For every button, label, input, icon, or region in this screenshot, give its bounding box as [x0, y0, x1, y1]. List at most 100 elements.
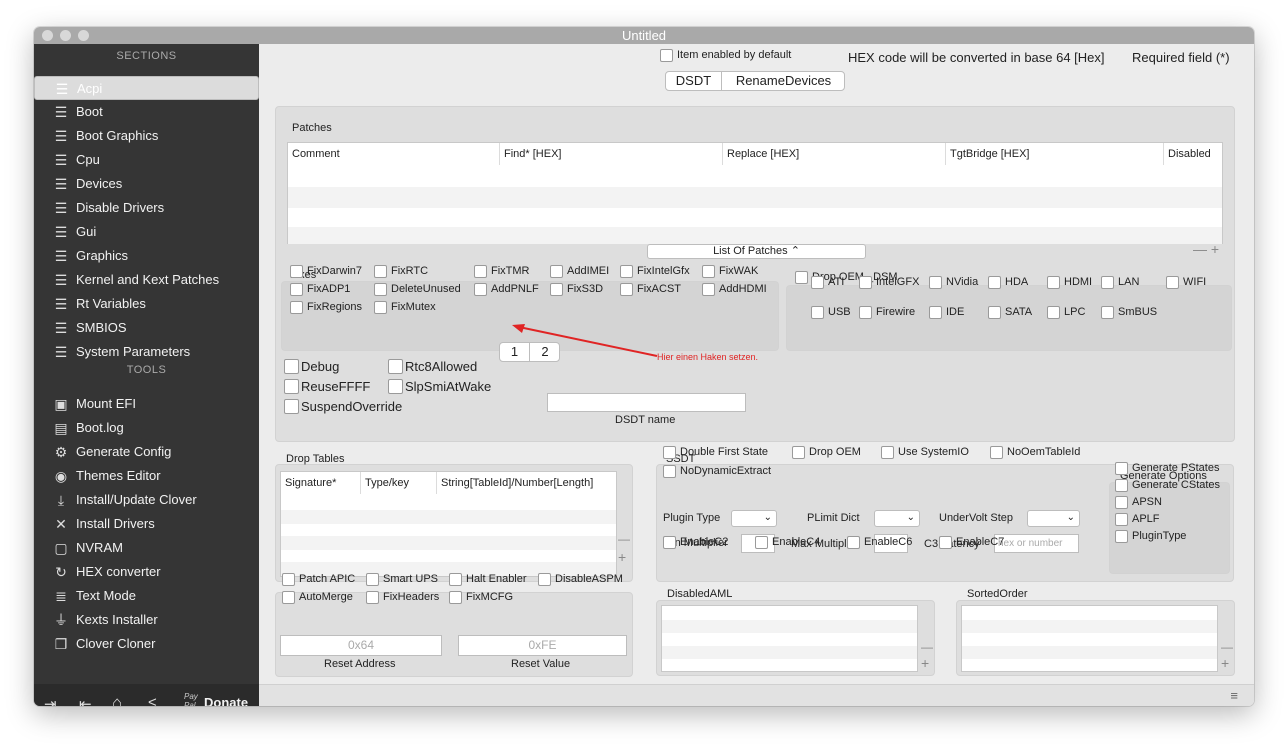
sorted-order-add[interactable]: + [1221, 655, 1229, 671]
home-icon[interactable]: ⌂ [112, 693, 122, 706]
import-icon[interactable]: ⇥ [44, 695, 57, 706]
fix-deleteunused-checkbox[interactable]: DeleteUnused [374, 283, 461, 296]
disabled-aml-list[interactable] [661, 605, 918, 672]
misc-fixmcfg-checkbox[interactable]: FixMCFG [449, 591, 513, 604]
reset-value-input[interactable]: 0xFE [458, 635, 627, 656]
misc-smart-ups-checkbox[interactable]: Smart UPS [366, 573, 438, 586]
sidebar-item-graphics[interactable]: ☰ Graphics [34, 244, 259, 268]
fix-fixdarwin7-checkbox[interactable]: FixDarwin7 [290, 265, 362, 278]
sidebar-item-acpi[interactable]: ☰ Acpi [34, 76, 259, 100]
sidebar-item-cpu[interactable]: ☰ Cpu [34, 148, 259, 172]
export-icon[interactable]: ⇤ [79, 695, 92, 706]
dsdt-suspendoverride-checkbox[interactable]: SuspendOverride [284, 399, 402, 414]
tool-item-install-drivers[interactable]: ✕ Install Drivers [34, 512, 259, 536]
ssdt-nodynamicextract-checkbox[interactable]: NoDynamicExtract [663, 465, 771, 478]
tool-item-themes-editor[interactable]: ◉ Themes Editor [34, 464, 259, 488]
dropoem-ati-checkbox[interactable]: ATI [811, 276, 844, 289]
sidebar-item-gui[interactable]: ☰ Gui [34, 220, 259, 244]
tab-dsdt[interactable]: DSDT [666, 72, 722, 90]
dsdt-slpsmiatwake-checkbox[interactable]: SlpSmiAtWake [388, 379, 491, 394]
gen-plugintype-checkbox[interactable]: PluginType [1115, 530, 1186, 543]
dropoem-wifi-checkbox[interactable]: WIFI [1166, 276, 1206, 289]
patches-table[interactable]: Comment Find* [HEX] Replace [HEX] TgtBri… [287, 142, 1223, 244]
dropoem-ide-checkbox[interactable]: IDE [929, 306, 964, 319]
fix-fixtmr-checkbox[interactable]: FixTMR [474, 265, 530, 278]
sidebar-item-boot[interactable]: ☰ Boot [34, 100, 259, 124]
fix-fixregions-checkbox[interactable]: FixRegions [290, 301, 362, 314]
sidebar-item-system-parameters[interactable]: ☰ System Parameters [34, 340, 259, 364]
dropoem-firewire-checkbox[interactable]: Firewire [859, 306, 915, 319]
ssdt-nooemtableid-checkbox[interactable]: NoOemTableId [990, 446, 1080, 459]
dropoem-lan-checkbox[interactable]: LAN [1101, 276, 1139, 289]
tool-item-text-mode[interactable]: ≣ Text Mode [34, 584, 259, 608]
fix-fixadp1-checkbox[interactable]: FixADP1 [290, 283, 350, 296]
col-typekey[interactable]: Type/key [361, 472, 437, 494]
fix-fixs3d-checkbox[interactable]: FixS3D [550, 283, 603, 296]
gen-aplf-checkbox[interactable]: APLF [1115, 513, 1160, 526]
col-signature[interactable]: Signature* [281, 472, 361, 494]
drop-tables-table[interactable]: Signature* Type/key String[TableId]/Numb… [280, 471, 617, 577]
fix-fixrtc-checkbox[interactable]: FixRTC [374, 265, 428, 278]
col-string[interactable]: String[TableId]/Number[Length] [437, 472, 617, 494]
undervolt-select[interactable]: ⌄ [1027, 510, 1080, 527]
sidebar-item-devices[interactable]: ☰ Devices [34, 172, 259, 196]
menu-icon[interactable]: ≡ [1230, 688, 1238, 703]
sidebar-item-rt-variables[interactable]: ☰ Rt Variables [34, 292, 259, 316]
dropoem-smbus-checkbox[interactable]: SmBUS [1101, 306, 1157, 319]
gen-generate-pstates-checkbox[interactable]: Generate PStates [1115, 462, 1219, 475]
fix-fixacst-checkbox[interactable]: FixACST [620, 283, 681, 296]
sidebar-item-smbios[interactable]: ☰ SMBIOS [34, 316, 259, 340]
plimit-select[interactable]: ⌄ [874, 510, 920, 527]
col-replace[interactable]: Replace [HEX] [723, 143, 946, 165]
sorted-order-list[interactable] [961, 605, 1218, 672]
list-of-patches-popup[interactable]: List Of Patches ⌃ [647, 244, 866, 259]
drop-tables-add[interactable]: + [618, 549, 626, 565]
tool-item-generate-config[interactable]: ⚙ Generate Config [34, 440, 259, 464]
item-enabled-checkbox[interactable]: Item enabled by default [660, 49, 791, 62]
drop-tables-remove[interactable]: — [618, 532, 630, 546]
c3-latency-input[interactable]: hex or number [994, 534, 1079, 553]
donate-button[interactable]: Donate [204, 695, 248, 706]
dropoem-sata-checkbox[interactable]: SATA [988, 306, 1032, 319]
ssdt-use-systemio-checkbox[interactable]: Use SystemIO [881, 446, 969, 459]
col-comment[interactable]: Comment [288, 143, 500, 165]
tool-item-mount-efi[interactable]: ▣ Mount EFI [34, 392, 259, 416]
sidebar-item-disable-drivers[interactable]: ☰ Disable Drivers [34, 196, 259, 220]
dropoem-nvidia-checkbox[interactable]: NVidia [929, 276, 978, 289]
dsdt-rtc8allowed-checkbox[interactable]: Rtc8Allowed [388, 359, 477, 374]
dropoem-hda-checkbox[interactable]: HDA [988, 276, 1028, 289]
fix-addhdmi-checkbox[interactable]: AddHDMI [702, 283, 767, 296]
fix-fixintelgfx-checkbox[interactable]: FixIntelGfx [620, 265, 690, 278]
col-tgtbridge[interactable]: TgtBridge [HEX] [946, 143, 1164, 165]
fix-fixwak-checkbox[interactable]: FixWAK [702, 265, 758, 278]
tool-item-hex-converter[interactable]: ↻ HEX converter [34, 560, 259, 584]
dsdt-debug-checkbox[interactable]: Debug [284, 359, 339, 374]
misc-halt-enabler-checkbox[interactable]: Halt Enabler [449, 573, 527, 586]
tab-rename-devices[interactable]: RenameDevices [723, 72, 844, 90]
tool-item-install-update-clover[interactable]: ⤓ Install/Update Clover [34, 488, 259, 512]
tool-item-clover-cloner[interactable]: ❐ Clover Cloner [34, 632, 259, 656]
tool-item-kexts-installer[interactable]: ⏚ Kexts Installer [34, 608, 259, 632]
patches-remove-add[interactable]: — + [1193, 241, 1219, 257]
dropoem-hdmi-checkbox[interactable]: HDMI [1047, 276, 1092, 289]
ssdt-enablec6-checkbox[interactable]: EnableC6 [847, 536, 912, 549]
fix-fixmutex-checkbox[interactable]: FixMutex [374, 301, 436, 314]
close-window-button[interactable] [42, 30, 53, 41]
misc-fixheaders-checkbox[interactable]: FixHeaders [366, 591, 439, 604]
disabled-aml-remove[interactable]: — [921, 640, 933, 654]
sorted-order-remove[interactable]: — [1221, 640, 1233, 654]
ssdt-enablec4-checkbox[interactable]: EnableC4 [755, 536, 820, 549]
share-icon[interactable]: < [148, 694, 157, 706]
fix-addpnlf-checkbox[interactable]: AddPNLF [474, 283, 539, 296]
disabled-aml-add[interactable]: + [921, 655, 929, 671]
gen-generate-cstates-checkbox[interactable]: Generate CStates [1115, 479, 1220, 492]
fix-addimei-checkbox[interactable]: AddIMEI [550, 265, 609, 278]
dropoem-usb-checkbox[interactable]: USB [811, 306, 851, 319]
tool-item-boot-log[interactable]: ▤ Boot.log [34, 416, 259, 440]
reset-address-input[interactable]: 0x64 [280, 635, 442, 656]
plugin-type-select[interactable]: ⌄ [731, 510, 777, 527]
dropoem-intelgfx-checkbox[interactable]: IntelGFX [859, 276, 919, 289]
tool-item-nvram[interactable]: ▢ NVRAM [34, 536, 259, 560]
sidebar-item-kernel-and-kext-patches[interactable]: ☰ Kernel and Kext Patches [34, 268, 259, 292]
gen-apsn-checkbox[interactable]: APSN [1115, 496, 1162, 509]
